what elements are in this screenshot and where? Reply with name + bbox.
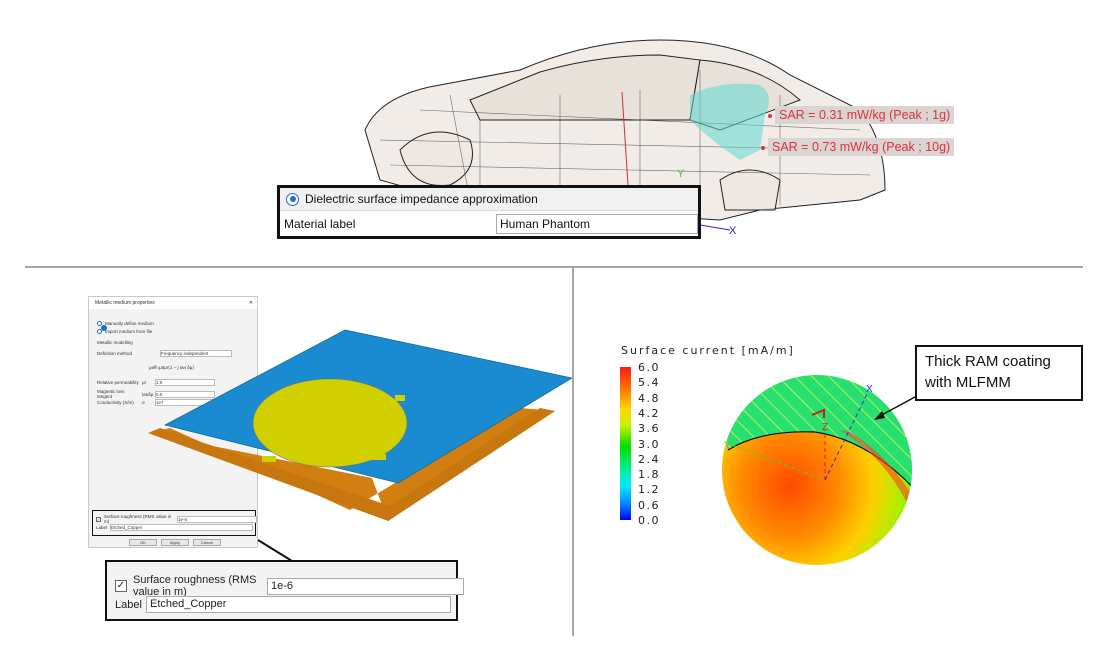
dielectric-option-label: Dielectric surface impedance approximati… (305, 192, 538, 206)
dielectric-radio[interactable] (286, 192, 299, 206)
callout-line-2: with MLFMM (925, 374, 1011, 391)
callout-line-1: Thick RAM coating (925, 353, 1051, 370)
axis-z-label: Z (822, 422, 828, 433)
colorbar-tick: 0.6 (638, 498, 660, 512)
colorbar-tick: 2.4 (638, 452, 660, 466)
colorbar-title: Surface current [mA/m] (621, 344, 795, 357)
colorbar-tick: 6.0 (638, 361, 660, 374)
roughness-checkbox[interactable]: ✓ (115, 580, 127, 592)
callout-arrow (874, 396, 916, 420)
roughness-input[interactable]: 1e-6 (267, 577, 464, 595)
patch-model (148, 329, 572, 562)
material-label-caption: Material label (284, 217, 356, 231)
axis-x-label: X (729, 225, 737, 237)
sar-label-10g: SAR = 0.73 mW/kg (Peak ; 10g) (760, 138, 955, 156)
material-label-input[interactable]: Human Phantom (496, 214, 698, 234)
colorbar-tick: 1.8 (638, 468, 660, 482)
vertical-divider (572, 268, 574, 636)
ram-coating-callout: Thick RAM coating with MLFMM (915, 345, 1083, 401)
colorbar-tick: 4.2 (638, 406, 660, 420)
dielectric-dialog: Dielectric surface impedance approximati… (277, 185, 701, 239)
colorbar-tick: 4.8 (638, 391, 660, 405)
patch-disc (252, 378, 408, 468)
colorbar-tick: 3.6 (638, 422, 660, 436)
colorbar-tick: 0.0 (638, 514, 660, 527)
sar-label-1g: SAR = 0.31 mW/kg (Peak ; 1g) (767, 106, 955, 124)
colorbar-tick: 1.2 (638, 483, 660, 497)
axis-x-label: X (866, 384, 873, 395)
roughness-zoom-panel: ✓ Surface roughness (RMS value in m) 1e-6 … (105, 560, 464, 621)
roughness-label: Surface roughness (RMS value in m) (133, 574, 257, 598)
axis-y-label: Y (724, 440, 731, 451)
colorbar-tick: 3.0 (638, 437, 660, 451)
label-input[interactable]: Etched_Copper (146, 596, 451, 613)
colorbar (620, 367, 631, 520)
axis-y-label: Y (677, 168, 685, 180)
label-caption: Label (115, 598, 142, 611)
colorbar-tick: 5.4 (638, 376, 660, 390)
